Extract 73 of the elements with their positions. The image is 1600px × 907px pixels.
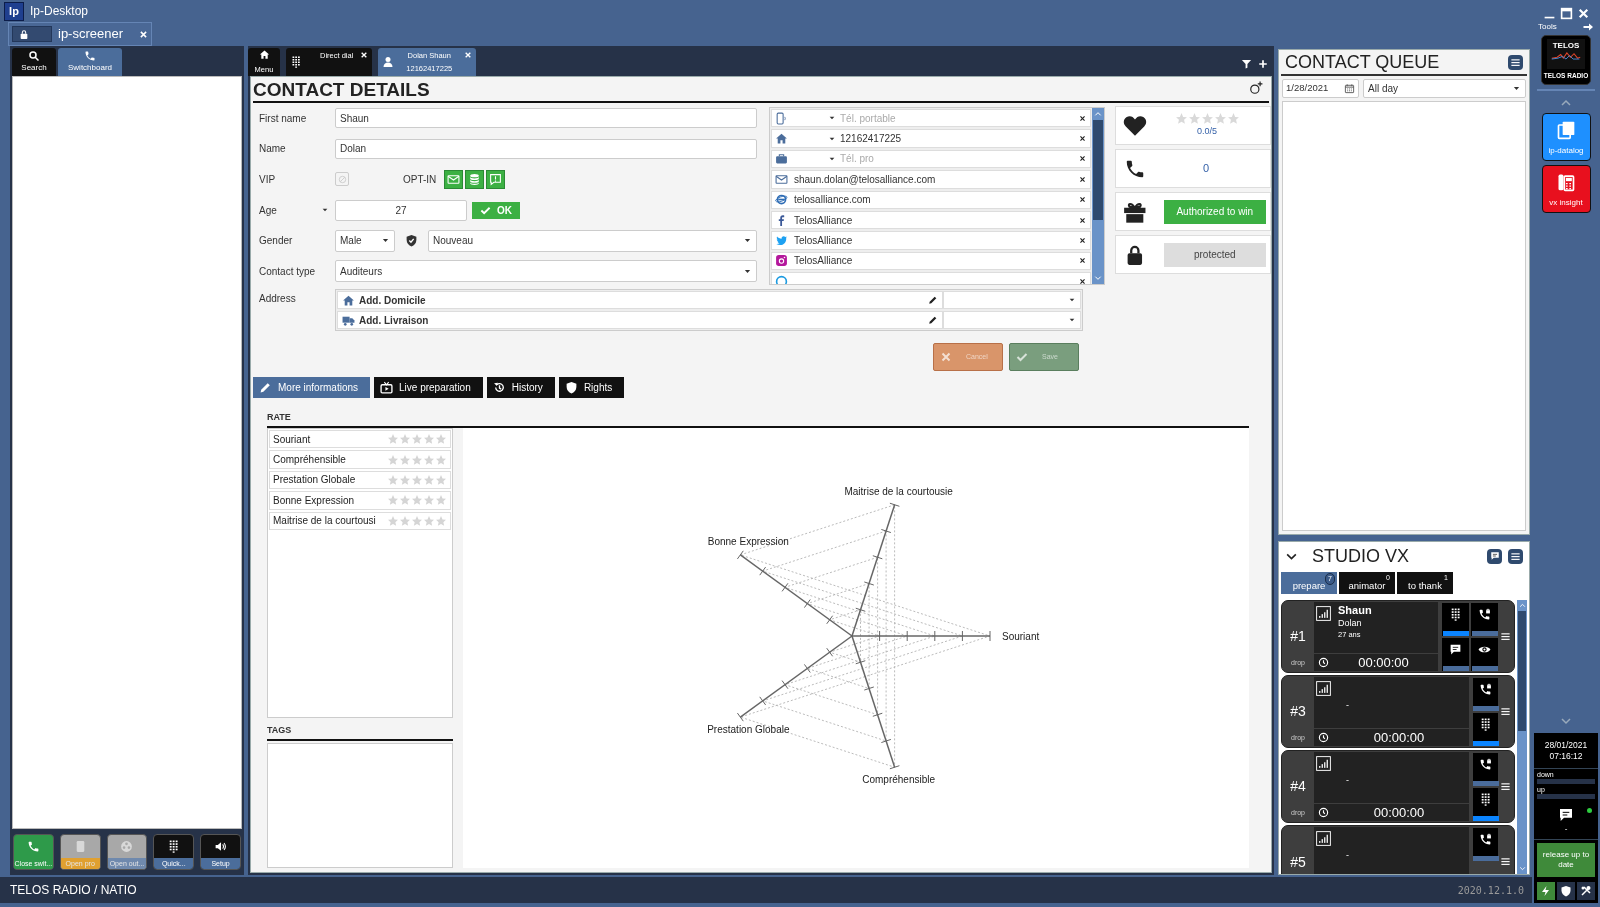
update-button[interactable]: release up to date (1537, 843, 1595, 877)
contact-field[interactable]: 12162417225 (771, 129, 1091, 148)
app-logo: Ip (4, 1, 24, 21)
address-field[interactable]: Add. Domicile (337, 291, 943, 309)
section-tab[interactable]: History (486, 377, 555, 398)
criterion-label: Bonne Expression (273, 493, 355, 508)
section-tab[interactable]: More informations (253, 377, 371, 398)
criterion-label: Maitrise de la courtousi (273, 514, 376, 529)
contact-type-select[interactable]: Auditeurs (335, 260, 757, 283)
caller-first-name: Shaun (1338, 604, 1373, 617)
field-label: Address (258, 292, 297, 306)
privacy-status: protected (1163, 242, 1266, 267)
contact-field[interactable]: TelosAlliance (771, 210, 1091, 230)
field-label: Age (258, 203, 277, 218)
prize-status: Authorized to win (1163, 199, 1266, 224)
axis-label: Compréhensible (862, 774, 936, 786)
clock-time: 07:16:12 (1549, 750, 1583, 762)
field-label: First name (258, 111, 307, 126)
call-timer: 00:00:00 (1357, 653, 1410, 672)
contact-field[interactable]: shaun.dolan@telosalliance.com (771, 170, 1091, 189)
call-timer: 00:00:00 (1372, 728, 1426, 747)
caller-name: - (1346, 774, 1350, 787)
rating-score: 0.0/5 (1197, 125, 1217, 139)
line-number: #4 (1290, 776, 1306, 796)
axis-label: Prestation Globale (707, 724, 790, 736)
axis-label: Souriant (1002, 631, 1040, 642)
field-label: Gender (258, 234, 293, 249)
caller-name: - (1346, 849, 1350, 862)
date-field[interactable]: 1/28/2021 (1282, 79, 1359, 98)
line-number: #3 (1290, 701, 1306, 721)
caller-name: - (1346, 699, 1350, 712)
line-number: #5 (1290, 853, 1306, 872)
version-label: 2020.12.1.0 (1457, 883, 1524, 898)
criterion-label: Compréhensible (273, 453, 346, 468)
window-tab[interactable]: ip-screener (8, 22, 152, 46)
line-number: #1 (1290, 626, 1306, 646)
name-field[interactable]: Dolan (335, 138, 757, 159)
message-count: - (1564, 822, 1568, 835)
section-heading: TAGS (267, 723, 292, 737)
criterion-label: Souriant (273, 432, 311, 447)
window-title: Ip-Desktop (30, 3, 89, 20)
axis-label: Bonne Expression (707, 535, 789, 547)
call-timer: 00:00:00 (1372, 803, 1426, 822)
opt-in-label: OPT-IN (403, 173, 437, 187)
panel-title: STUDIO VX (1312, 544, 1410, 568)
section-heading: RATE (267, 410, 291, 424)
section-tab[interactable]: Live preparation (374, 377, 483, 398)
period-select[interactable]: All day (1363, 79, 1526, 98)
caller-last-name: Dolan (1338, 617, 1363, 629)
tools-label: Tools (1538, 21, 1557, 33)
panel-tab[interactable]: Switchboard (58, 48, 122, 76)
axis-label: Maitrise de la courtousie (844, 485, 953, 497)
criterion-label: Prestation Globale (273, 473, 356, 488)
panel-tab[interactable]: Search (12, 48, 56, 76)
gender-select[interactable]: Male (335, 229, 395, 252)
age-field[interactable]: 27 (335, 199, 467, 221)
contact-field[interactable]: TelosAlliance (771, 231, 1091, 250)
first-name-field[interactable]: Shaun (335, 108, 757, 129)
field-label: Contact type (258, 264, 316, 279)
address-field[interactable]: Add. Livraison (337, 311, 943, 329)
app-tile[interactable]: vx insight (1541, 165, 1591, 213)
field-label: Name (258, 142, 286, 157)
logo-text: TELOS (1552, 41, 1580, 50)
clock-date: 28/01/2021 (1544, 739, 1588, 751)
call-count: 0 (1201, 161, 1211, 177)
status-select[interactable]: Nouveau (428, 229, 757, 252)
panel-title: CONTACT QUEUE (1285, 50, 1440, 74)
panel-title: CONTACT DETAILS (253, 79, 430, 101)
field-label: VIP (258, 173, 276, 187)
status-text: TELOS RADIO / NATIO (10, 882, 137, 899)
contact-field[interactable]: TelosAlliance (771, 251, 1091, 271)
contact-field[interactable]: telosalliance.com (771, 190, 1091, 209)
section-tab[interactable]: Rights (558, 377, 625, 398)
